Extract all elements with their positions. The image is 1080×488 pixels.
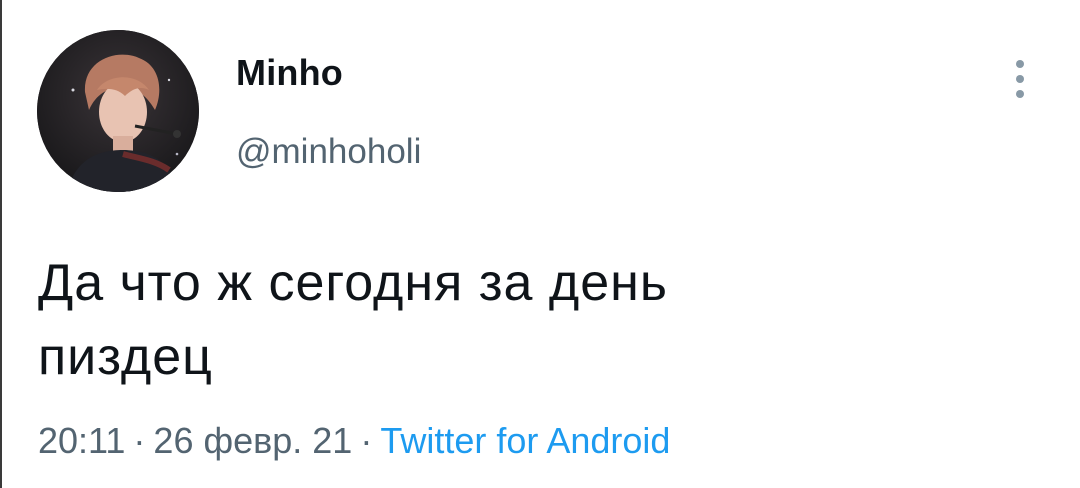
avatar-photo — [37, 30, 199, 192]
user-handle[interactable]: @minhoholi — [236, 132, 421, 172]
tweet-meta: 20:11 · 26 февр. 21 · Twitter for Android — [38, 420, 670, 462]
more-dot — [1016, 75, 1024, 83]
meta-separator: · — [360, 420, 373, 461]
tweet-time: 20:11 — [38, 420, 126, 461]
more-vertical-icon[interactable] — [1004, 56, 1036, 102]
meta-separator: · — [133, 420, 146, 461]
avatar[interactable] — [37, 30, 199, 192]
tweet-card: Minho @minhoholi Да что ж сегодня за ден… — [0, 0, 1080, 488]
tweet-text-line: пиздец — [38, 328, 213, 386]
more-dot — [1016, 90, 1024, 98]
tweet-text: Да что ж сегодня за день пиздец — [38, 246, 998, 394]
display-name[interactable]: Minho — [236, 52, 343, 94]
tweet-source-link[interactable]: Twitter for Android — [380, 420, 670, 461]
tweet-date: 26 февр. 21 — [153, 420, 353, 461]
tweet-text-line: Да что ж сегодня за день — [38, 254, 668, 312]
more-dot — [1016, 60, 1024, 68]
